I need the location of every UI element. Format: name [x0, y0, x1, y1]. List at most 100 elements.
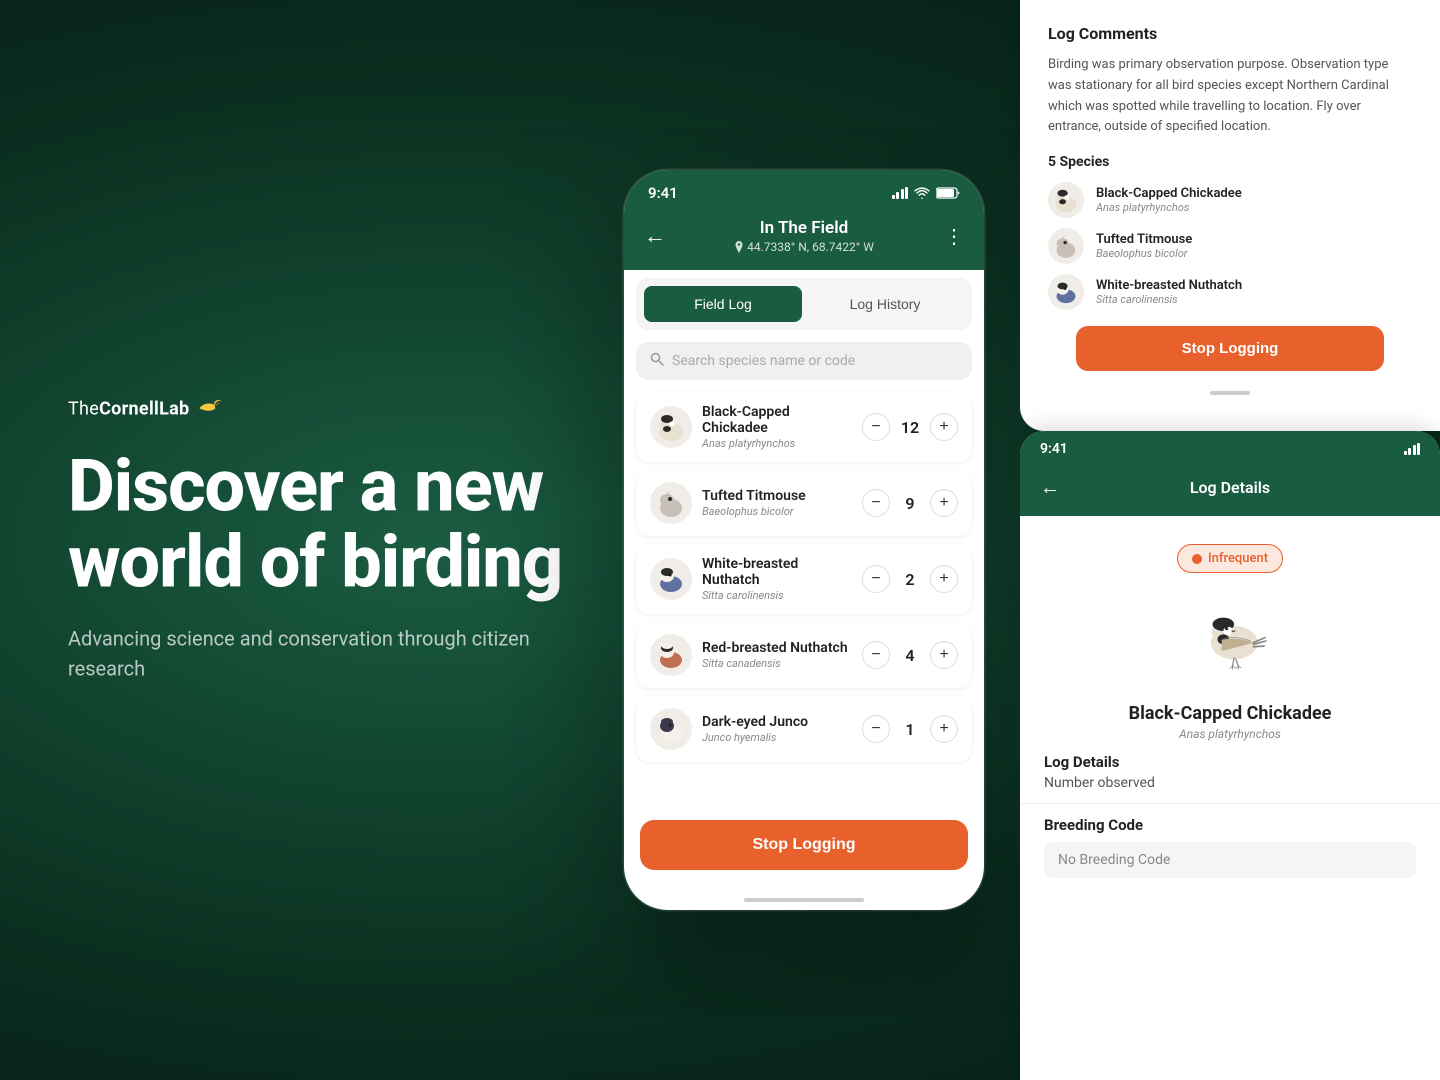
- log-details-section: Log Details Number observed: [1020, 741, 1440, 803]
- search-bar[interactable]: Search species name or code: [636, 342, 972, 380]
- bird-info: Red-breasted Nuthatch Sitta canadensis: [702, 640, 852, 670]
- species-list-item: Tufted Titmouse Baeolophus bicolor: [1048, 228, 1412, 264]
- back-button[interactable]: ←: [644, 223, 676, 249]
- bird-avatar: [650, 634, 692, 676]
- bird-detail-image: [1020, 587, 1440, 697]
- counter-value: 9: [900, 494, 920, 513]
- log-details-time: 9:41: [1040, 441, 1068, 457]
- log-details-panel: 9:41 ← Log Details Infrequent: [1020, 431, 1440, 1080]
- cornell-lab-icon: [193, 396, 225, 420]
- bird-detail-latin: Anas platyrhynchos: [1020, 727, 1440, 741]
- status-time: 9:41: [648, 184, 678, 202]
- branding-section: TheCornellLab Discover a new world of bi…: [68, 396, 568, 683]
- tab-field-log[interactable]: Field Log: [644, 286, 802, 322]
- species-latin: Sitta carolinensis: [1096, 293, 1242, 306]
- more-button[interactable]: ⋮: [932, 224, 964, 248]
- search-placeholder: Search species name or code: [672, 353, 855, 369]
- bird-info: Dark-eyed Junco Junco hyemalis: [702, 714, 852, 744]
- logo-text: TheCornellLab: [68, 398, 189, 419]
- bird-list: Black-Capped Chickadee Anas platyrhyncho…: [624, 388, 984, 808]
- counter-value: 4: [900, 646, 920, 665]
- log-details-back-button[interactable]: ←: [1040, 475, 1060, 500]
- species-avatar: [1048, 228, 1084, 264]
- species-latin: Baeolophus bicolor: [1096, 247, 1192, 260]
- infrequent-text: Infrequent: [1208, 551, 1268, 566]
- bird-counter: − 4 +: [862, 641, 958, 669]
- bird-latin: Sitta carolinensis: [702, 589, 852, 602]
- bird-list-item: Dark-eyed Junco Junco hyemalis − 1 +: [636, 696, 972, 762]
- phone-screen: 9:41: [624, 170, 984, 910]
- status-icons: [892, 187, 961, 199]
- breeding-code-section: Breeding Code No Breeding Code: [1020, 803, 1440, 890]
- bird-name: Red-breasted Nuthatch: [702, 640, 852, 656]
- counter-value: 2: [900, 570, 920, 589]
- increment-button[interactable]: +: [930, 489, 958, 517]
- decrement-button[interactable]: −: [862, 641, 890, 669]
- tab-log-history[interactable]: Log History: [806, 286, 964, 322]
- species-list: Black-Capped Chickadee Anas platyrhyncho…: [1048, 182, 1412, 310]
- search-icon: [650, 352, 664, 370]
- bird-latin: Baeolophus bicolor: [702, 505, 852, 518]
- right-panels: Log Comments Birding was primary observa…: [1020, 0, 1440, 1080]
- decrement-button[interactable]: −: [862, 489, 890, 517]
- log-details-status-icons: [1404, 443, 1421, 455]
- increment-button[interactable]: +: [930, 565, 958, 593]
- increment-button[interactable]: +: [930, 641, 958, 669]
- log-panel: Log Comments Birding was primary observa…: [1020, 0, 1440, 431]
- breeding-code-label: Breeding Code: [1044, 816, 1416, 834]
- species-name: Black-Capped Chickadee: [1096, 186, 1242, 201]
- scrollbar-indicator: [1210, 391, 1250, 395]
- bird-list-item: Tufted Titmouse Baeolophus bicolor − 9 +: [636, 470, 972, 536]
- species-avatar: [1048, 182, 1084, 218]
- increment-button[interactable]: +: [930, 715, 958, 743]
- home-indicator: [624, 890, 984, 910]
- log-details-status-bar: 9:41: [1020, 431, 1440, 461]
- species-info: Tufted Titmouse Baeolophus bicolor: [1096, 232, 1192, 260]
- species-latin: Anas platyrhynchos: [1096, 201, 1242, 214]
- species-count: 5 Species: [1048, 154, 1412, 170]
- bird-list-item: White-breasted Nuthatch Sitta carolinens…: [636, 544, 972, 614]
- bird-info: White-breasted Nuthatch Sitta carolinens…: [702, 556, 852, 602]
- bird-list-item: Red-breasted Nuthatch Sitta canadensis −…: [636, 622, 972, 688]
- counter-value: 12: [900, 418, 920, 437]
- bird-latin: Sitta canadensis: [702, 657, 852, 670]
- phone-mockup: 9:41: [624, 170, 984, 910]
- bird-detail-illustration: [1180, 591, 1280, 681]
- decrement-button[interactable]: −: [862, 565, 890, 593]
- header-title: In The Field: [734, 218, 874, 238]
- bird-counter: − 12 +: [862, 413, 958, 441]
- headline: Discover a new world of birding: [68, 448, 568, 599]
- bird-name: Dark-eyed Junco: [702, 714, 852, 730]
- decrement-button[interactable]: −: [862, 413, 890, 441]
- bird-name: White-breasted Nuthatch: [702, 556, 852, 588]
- species-list-item: Black-Capped Chickadee Anas platyrhyncho…: [1048, 182, 1412, 218]
- bird-latin: Junco hyemalis: [702, 731, 852, 744]
- stop-logging-right-button[interactable]: Stop Logging: [1076, 326, 1384, 371]
- bird-avatar: [650, 558, 692, 600]
- bird-list-item: Black-Capped Chickadee Anas platyrhyncho…: [636, 392, 972, 462]
- header-location: 44.7338° N, 68.7422° W: [734, 240, 874, 254]
- bird-avatar: [650, 406, 692, 448]
- logo: TheCornellLab: [68, 396, 568, 420]
- wifi-icon: [914, 187, 930, 199]
- increment-button[interactable]: +: [930, 413, 958, 441]
- stop-logging-button[interactable]: Stop Logging: [640, 820, 968, 870]
- species-info: White-breasted Nuthatch Sitta carolinens…: [1096, 278, 1242, 306]
- stop-btn-container: Stop Logging: [624, 808, 984, 890]
- home-bar: [744, 898, 864, 902]
- infrequent-badge: Infrequent: [1177, 544, 1283, 573]
- bird-avatar: [650, 482, 692, 524]
- log-comment-text: Birding was primary observation purpose.…: [1048, 55, 1412, 138]
- log-details-title: Log Details: [1072, 478, 1388, 497]
- bird-info: Tufted Titmouse Baeolophus bicolor: [702, 488, 852, 518]
- decrement-button[interactable]: −: [862, 715, 890, 743]
- bird-latin: Anas platyrhynchos: [702, 437, 852, 450]
- species-name: White-breasted Nuthatch: [1096, 278, 1242, 293]
- signal-icon: [892, 187, 909, 199]
- species-avatar: [1048, 274, 1084, 310]
- log-comments-title: Log Comments: [1048, 24, 1412, 43]
- bird-counter: − 1 +: [862, 715, 958, 743]
- signal-icon-2: [1404, 443, 1421, 455]
- bird-name: Black-Capped Chickadee: [702, 404, 852, 436]
- bird-detail-name: Black-Capped Chickadee: [1020, 703, 1440, 724]
